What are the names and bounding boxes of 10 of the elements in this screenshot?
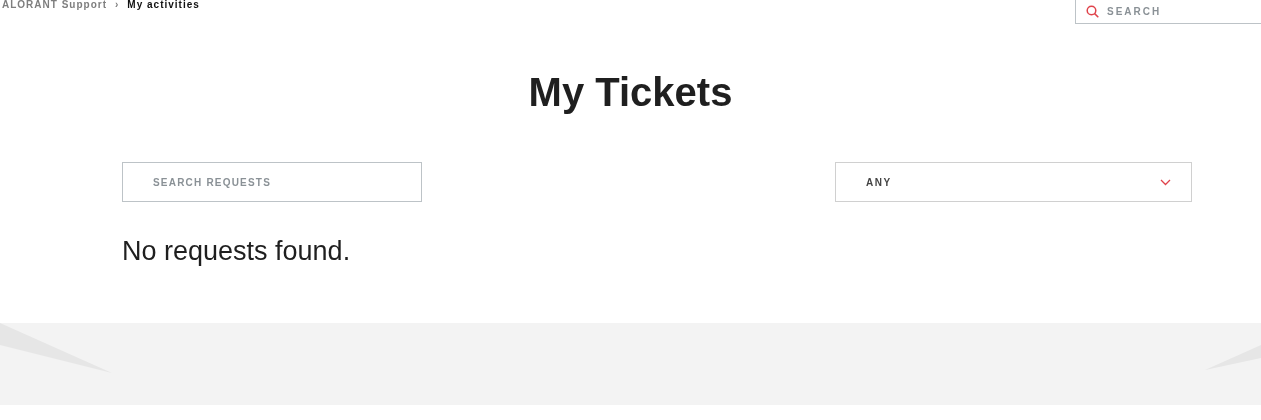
search-icon — [1086, 5, 1099, 18]
breadcrumb-link[interactable]: ALORANT Support — [2, 0, 107, 10]
breadcrumb-separator: › — [115, 0, 120, 10]
search-field[interactable]: SEARCH — [1107, 4, 1237, 19]
empty-message: No requests found. — [122, 235, 352, 267]
search-requests-field[interactable]: SEARCH REQUESTS — [122, 162, 422, 202]
page-title: My Tickets — [527, 69, 734, 116]
status-dropdown[interactable]: ANY — [835, 162, 1192, 202]
chevron-down-icon — [1160, 178, 1171, 186]
breadcrumb-current: My activities — [127, 0, 200, 10]
